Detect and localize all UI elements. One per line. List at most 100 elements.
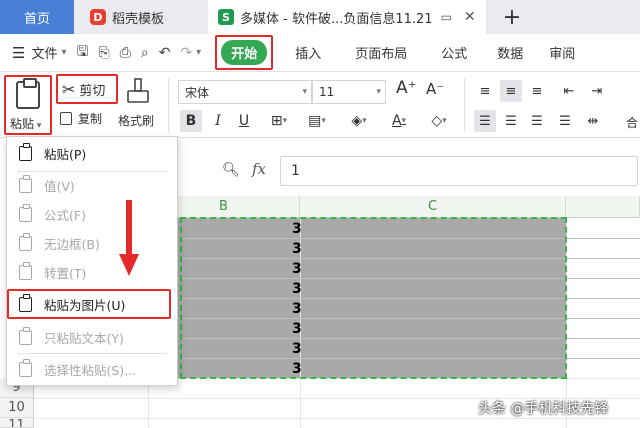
align-bottom-icon: ≡ — [531, 83, 543, 99]
paste-button[interactable]: 粘贴 ▾ — [4, 75, 52, 135]
fill-color-button[interactable]: ◈ ▾ — [344, 110, 374, 132]
red-arrow-head — [119, 254, 139, 276]
align-top-button[interactable]: ≡ — [474, 80, 496, 102]
zoom-search-icon[interactable]: 🔍︎ — [222, 162, 240, 178]
merge-button[interactable]: 合 — [626, 114, 638, 131]
row-header-11[interactable]: 11 — [0, 418, 34, 428]
menu-item-paste-text-only[interactable]: 只粘贴文本(Y) — [7, 323, 177, 351]
align-bottom-button[interactable]: ≡ — [526, 80, 548, 102]
decrease-indent-button[interactable]: ⇤ — [558, 80, 580, 102]
menu-item-label: 值(V) — [44, 178, 75, 194]
font-name-select[interactable]: 宋体 ▾ — [178, 80, 312, 104]
column-header-c[interactable]: C — [300, 196, 566, 218]
menu-item-label: 选择性粘贴(S)... — [44, 362, 137, 378]
menu-item-transpose[interactable]: 转置(T) — [7, 258, 177, 286]
align-top-icon: ≡ — [479, 83, 491, 99]
copy-icon — [60, 112, 72, 125]
column-header-d[interactable] — [566, 196, 640, 218]
chevron-down-icon: ▾ — [442, 116, 447, 126]
format-painter-icon[interactable] — [126, 78, 150, 104]
clipboard-icon — [19, 142, 32, 161]
gridline — [34, 418, 640, 419]
ribbon-separator — [168, 78, 169, 132]
align-center-button[interactable]: ☰ — [500, 110, 522, 132]
tab-review[interactable]: 审阅 — [549, 43, 575, 62]
cut-button[interactable]: ✂ 剪切 — [56, 74, 118, 104]
align-middle-icon: ≡ — [505, 83, 517, 99]
menu-item-paste-values[interactable]: 值(V) — [7, 171, 177, 199]
tab-template[interactable]: D 稻壳模板 — [76, 0, 202, 34]
print-preview-icon[interactable]: ⌕ — [141, 45, 149, 61]
row-header-10[interactable]: 10 — [0, 398, 34, 418]
italic-button[interactable]: I — [208, 110, 228, 132]
font-color-button[interactable]: A ▾ — [384, 110, 414, 132]
copy-button[interactable]: 复制 — [60, 110, 102, 127]
font-grow-button[interactable]: A⁺ — [396, 78, 417, 98]
chevron-down-icon[interactable]: ▾ — [61, 47, 66, 58]
save-icon[interactable]: 🖫 — [77, 41, 89, 65]
eraser-icon: ◇ — [431, 113, 443, 129]
font-size-select[interactable]: 11 ▾ — [312, 80, 386, 104]
menu-item-label: 公式(F) — [44, 207, 86, 223]
new-tab-button[interactable]: + — [500, 0, 524, 34]
paste-label: 粘贴 ▾ — [10, 117, 42, 131]
align-left-button[interactable]: ☰ — [474, 110, 496, 132]
hamburger-icon[interactable]: ☰ — [12, 44, 25, 62]
chevron-down-icon: ▾ — [362, 116, 367, 126]
underline-button[interactable]: U — [234, 110, 254, 132]
font-color-icon: A — [391, 113, 402, 129]
tab-insert[interactable]: 插入 — [295, 43, 321, 62]
tab-home[interactable]: 首页 — [0, 0, 74, 34]
plus-icon: + — [502, 4, 522, 30]
formula-input[interactable]: 1 — [280, 156, 638, 186]
tab-document[interactable]: S 多媒体 - 软件破...负面信息11.21 ▭ ✕ — [208, 0, 486, 34]
chevron-down-icon: ▾ — [321, 116, 326, 126]
menu-item-label: 粘贴(P) — [44, 146, 87, 162]
tab-document-label: 多媒体 - 软件破...负面信息11.21 — [240, 11, 433, 27]
tab-page-layout[interactable]: 页面布局 — [355, 43, 407, 62]
align-left-icon: ☰ — [479, 113, 491, 129]
paste-special-icon — [19, 358, 32, 377]
red-arrow-shaft — [126, 200, 132, 256]
monitor-icon[interactable]: ▭ — [441, 10, 452, 24]
close-tab-icon[interactable]: ✕ — [464, 9, 476, 25]
font-shrink-button[interactable]: A⁻ — [426, 80, 444, 98]
scissors-icon: ✂ — [62, 79, 76, 99]
print-icon[interactable]: ⎙ — [120, 45, 131, 61]
redo-icon[interactable]: ↷ — [180, 45, 192, 61]
align-right-button[interactable]: ☰ — [526, 110, 548, 132]
bold-button[interactable]: B — [180, 110, 202, 132]
menu-item-paste[interactable]: 粘贴(P) — [7, 139, 177, 167]
clear-button[interactable]: ◇ ▾ — [424, 110, 454, 132]
border-icon: ⊞ — [270, 113, 283, 129]
tab-data[interactable]: 数据 — [497, 43, 523, 62]
border-button[interactable]: ⊞ ▾ — [264, 110, 294, 132]
menu-item-paste-formulas[interactable]: 公式(F) — [7, 200, 177, 228]
distribute-button[interactable]: ⇹ — [582, 110, 604, 132]
cell-style-button[interactable]: ▤ ▾ — [302, 110, 332, 132]
paste-text-icon — [19, 326, 32, 345]
menu-item-paste-no-borders[interactable]: 无边框(B) — [7, 229, 177, 257]
increase-indent-button[interactable]: ⇥ — [586, 80, 608, 102]
ribbon-separator — [464, 78, 465, 132]
align-right-icon: ☰ — [531, 113, 543, 129]
ribbon: 粘贴 ▾ ✂ 剪切 复制 格式刷 宋体 ▾ 11 ▾ A⁺ A⁻ B I U ⊞ ▾ … — [0, 72, 640, 138]
menu-file[interactable]: 文件 — [31, 43, 57, 62]
undo-icon[interactable]: ↶ — [159, 45, 171, 61]
paste-values-icon — [19, 174, 32, 193]
menu-item-paste-special[interactable]: 选择性粘贴(S)... — [7, 355, 177, 383]
fx-label[interactable]: fx — [252, 160, 266, 178]
align-center-icon: ☰ — [505, 113, 517, 129]
paint-bucket-icon: ◈ — [351, 113, 363, 129]
tab-home-label: 首页 — [23, 11, 50, 27]
menu-separator — [17, 353, 167, 354]
tab-start[interactable]: 开始 — [221, 40, 268, 65]
tab-formulas[interactable]: 公式 — [441, 43, 467, 62]
chevron-down-icon: ▾ — [302, 87, 307, 97]
format-painter-label[interactable]: 格式刷 — [118, 112, 154, 129]
export-icon[interactable]: ⎘ — [98, 45, 109, 61]
justify-button[interactable]: ☰ — [554, 110, 576, 132]
menu-item-label: 只粘贴文本(Y) — [44, 330, 124, 346]
quick-access-more-icon[interactable]: ▾ — [196, 47, 201, 58]
align-middle-button[interactable]: ≡ — [500, 80, 522, 102]
